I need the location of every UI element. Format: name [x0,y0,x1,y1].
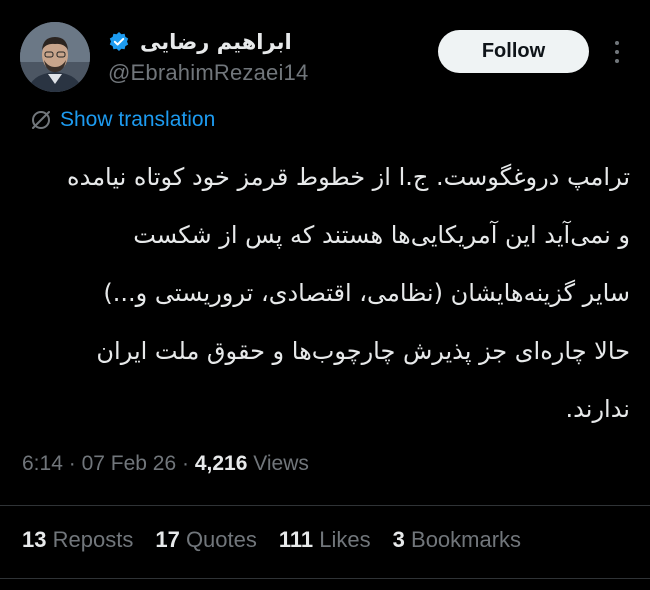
likes-stat[interactable]: 111 Likes [279,527,371,553]
views-label: Views [253,452,309,475]
author-name-row: ابراهیم رضایی [108,30,292,54]
tweet-time[interactable]: 6:14 [22,452,63,475]
likes-count: 111 [278,527,314,552]
reposts-label: Reposts [52,527,134,552]
quotes-stat[interactable]: 17 Quotes [155,527,257,553]
tweet-text-line: ترامپ دروغگوست. ج.ا از خطوط قرمز خود کوت… [67,163,630,191]
tweet-metadata: 6:14 · 07 Feb 26 · 4,216 Views [22,452,309,476]
views-count: 4,216 [194,452,248,475]
author-handle[interactable]: @EbrahimRezaei14 [108,60,308,86]
tweet-text-line: و نمی‌آید این آمریکایی‌ها هستند که پس از… [133,221,630,249]
likes-label: Likes [319,527,371,552]
show-translation-link[interactable]: Show translation [30,108,215,132]
reposts-count: 13 [22,527,47,552]
bookmarks-stat[interactable]: 3 Bookmarks [393,527,521,553]
more-dot [615,59,619,63]
bookmarks-label: Bookmarks [411,527,522,552]
engagement-stats: 13 Reposts 17 Quotes 111 Likes 3 Bookmar… [22,527,521,553]
more-dot [615,41,619,45]
more-options-icon[interactable] [610,38,624,66]
divider [0,505,650,506]
author-display-name[interactable]: ابراهیم رضایی [140,30,292,54]
quotes-count: 17 [155,527,180,552]
tweet-text-line: سایر گزینه‌هایشان (نظامی، اقتصادی، تروری… [103,279,630,307]
tweet-date[interactable]: 07 Feb 26 [82,452,177,475]
more-dot [615,50,619,54]
follow-button[interactable]: Follow [438,30,589,73]
reposts-stat[interactable]: 13 Reposts [22,527,133,553]
tweet-detail: ابراهیم رضایی @EbrahimRezaei14 Follow Sh… [0,0,650,590]
avatar-portrait [20,22,90,92]
tweet-text-line: ندارند. [565,395,630,423]
avatar[interactable] [20,22,90,92]
tweet-text-line: حالا چاره‌ای جز پذیرش چارچوب‌ها و حقوق م… [96,337,630,365]
divider [0,578,650,579]
verified-badge-icon [109,32,129,51]
tweet-text: ترامپ دروغگوست. ج.ا از خطوط قرمز خود کوت… [22,148,630,438]
meta-separator: · [68,452,76,475]
show-translation-label: Show translation [60,108,216,131]
meta-separator: · [181,452,189,475]
translate-globe-icon [32,111,50,129]
bookmarks-count: 3 [392,527,405,552]
quotes-label: Quotes [185,527,257,552]
